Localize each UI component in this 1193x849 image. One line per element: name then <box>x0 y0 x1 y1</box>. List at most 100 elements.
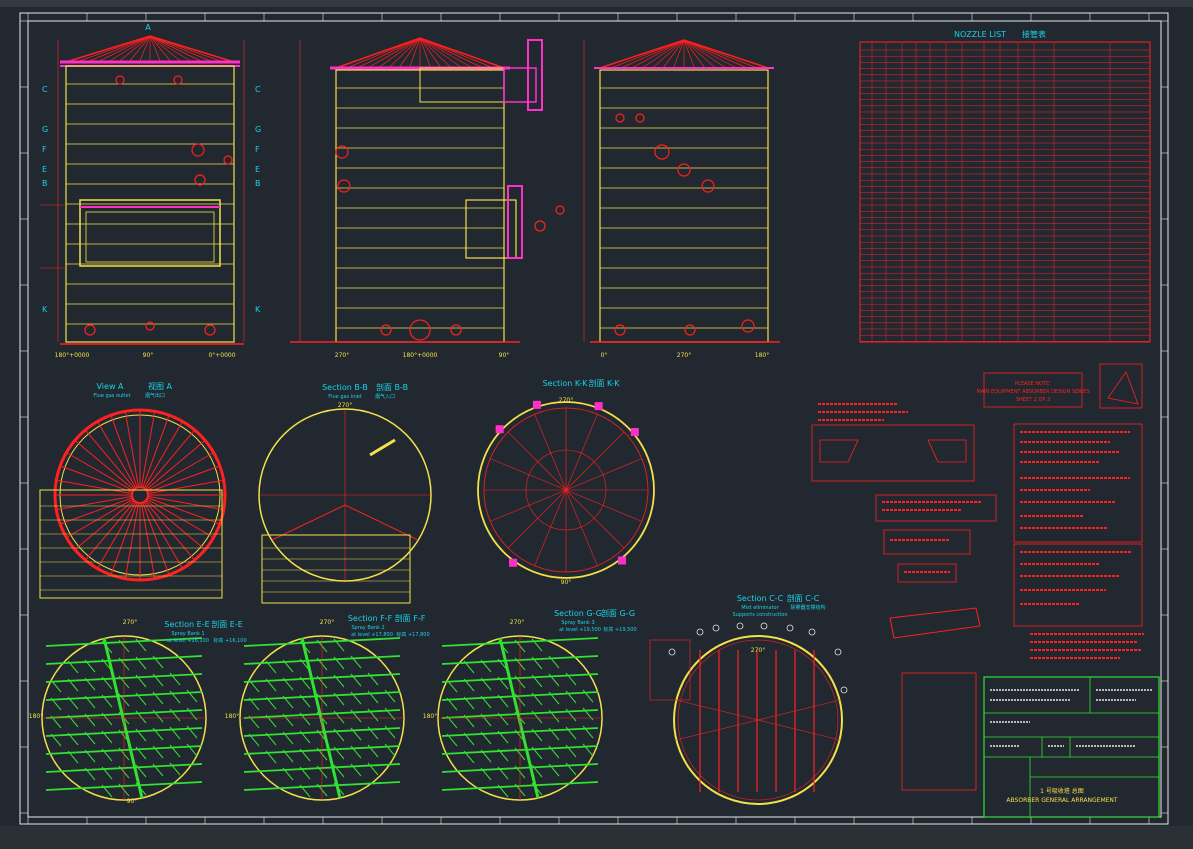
cc-nozzle-mark <box>696 628 704 636</box>
section-cc-drawing <box>649 622 848 805</box>
nozzle <box>450 324 462 336</box>
view-a-title-cn: 视图 A <box>148 381 173 391</box>
roof-rafter <box>335 37 421 69</box>
section-gg-title-cn: 剖面 G-G <box>601 608 635 618</box>
section-ff-line1: Spray Bank 2 <box>351 625 384 631</box>
kk-ray <box>565 431 625 491</box>
elevation-view-2 <box>290 37 565 343</box>
roof-rafter <box>149 35 193 63</box>
view1-left-tag: 180°+0000 <box>55 352 90 359</box>
roof-rafter <box>683 39 769 69</box>
roof-rafter <box>610 39 685 69</box>
section-ee-title: Section E-E <box>164 620 209 629</box>
section-cc-title: Section C-C <box>737 594 784 603</box>
section-gg-left: 180° <box>423 713 437 720</box>
view2-left-tag: 270° <box>335 352 349 359</box>
nozzle <box>654 144 670 160</box>
kk-nozzle <box>630 428 639 437</box>
cc-nozzle-mark <box>736 622 744 630</box>
section-mark-right: B <box>255 179 261 188</box>
roof-rafter <box>683 39 758 69</box>
kk-nozzle <box>594 402 603 411</box>
section-mark-left: K <box>42 305 48 314</box>
section-ff-left: 180° <box>225 713 239 720</box>
view-a-title: View A <box>97 382 125 391</box>
title-block-drawing-name: 1 号吸收塔 总图 <box>1040 787 1084 795</box>
roof-rafter <box>76 35 151 63</box>
nozzle <box>145 321 155 331</box>
roof-rafter <box>599 39 685 69</box>
section-mark-left: G <box>42 125 48 134</box>
kk-nozzle <box>617 556 626 565</box>
section-bb-subtitle: Flue gas inlet <box>328 394 362 400</box>
nozzle <box>701 179 715 193</box>
nozzle <box>337 179 351 193</box>
section-ee-bottom: 90° <box>127 798 138 805</box>
section-cc-line1: Mist eliminator <box>741 605 779 611</box>
section-bb-title-cn: 剖面 B-B <box>376 382 408 392</box>
cad-drawing[interactable]: A 180°+0000 90° 0°+0000 C CG GF FE EB BK K 270… <box>0 0 1193 849</box>
roof-rafter <box>86 35 151 63</box>
kk-nozzle <box>509 558 518 567</box>
nozzle <box>194 174 206 186</box>
nozzle <box>615 113 625 123</box>
section-bb-top: 270° <box>338 402 352 409</box>
view2-right-tag: 90° <box>499 352 510 359</box>
nozzle-list-title-cn: 接管表 <box>1022 29 1046 39</box>
cc-nozzle-mark <box>834 648 842 656</box>
nozzle <box>380 324 392 336</box>
roof-rafter <box>149 35 224 63</box>
cc-nozzle-mark <box>712 624 720 632</box>
section-mark-right: C <box>255 85 261 94</box>
section-gg-line1: Spray Bank 3 <box>561 620 594 626</box>
section-ee-title-cn: 剖面 E-E <box>211 619 243 629</box>
view1-right-tag: 0°+0000 <box>208 352 235 359</box>
section-ff-line2: at level +17,800 <box>351 632 393 638</box>
section-ff-title-cn: 剖面 F-F <box>395 613 426 623</box>
section-kk-drawing <box>477 400 655 579</box>
nozzle <box>684 324 696 336</box>
section-ff-line2-cn: 标高 +17,800 <box>396 631 429 638</box>
roof-rafter <box>419 37 505 69</box>
roof-rafter <box>641 39 685 69</box>
cc-nozzle-mark <box>760 622 768 630</box>
roof-rafter <box>683 39 748 69</box>
section-cc-line1-cn: 除雾器支撑结构 <box>790 604 825 611</box>
section-mark-right: F <box>255 145 260 154</box>
sheet-outer-border <box>19 12 1169 825</box>
roof-rafter <box>419 37 463 69</box>
roof-rafter <box>107 35 151 63</box>
view3-left-tag: 0° <box>601 352 608 359</box>
section-cc-title-cn: 剖面 C-C <box>787 593 820 603</box>
section-bb-subtitle-cn: 烟气入口 <box>375 393 395 400</box>
roof-rafter <box>419 37 494 69</box>
nozzle <box>677 163 691 177</box>
nozzle <box>84 324 96 336</box>
view-a-ray <box>147 495 223 511</box>
view2-mid-tag: 180°+0000 <box>403 352 438 359</box>
section-ee-left: 180° <box>29 713 43 720</box>
nozzle-list-table <box>859 41 1151 343</box>
section-kk-title: Section K-K <box>543 379 589 388</box>
nozzle <box>534 220 546 232</box>
nozzle <box>614 324 626 336</box>
roof-rafter <box>419 37 484 69</box>
view-a-ray <box>147 479 223 495</box>
section-bb-drawing <box>258 408 432 604</box>
kk-nozzle <box>495 425 504 434</box>
cc-nozzle-mark <box>840 686 848 694</box>
sheet-inner-border <box>27 20 1162 818</box>
view1-mid-tag: 90° <box>143 352 154 359</box>
section-mark-left: B <box>42 179 48 188</box>
section-gg-drawing <box>437 635 603 801</box>
roof-rafter <box>620 39 685 69</box>
view1-top-tag: A <box>145 23 151 32</box>
view-a-ray <box>140 412 156 488</box>
roof-rafter <box>367 37 421 69</box>
nozzle <box>555 205 565 215</box>
elevation-view-1 <box>40 35 245 345</box>
nozzle <box>204 324 216 336</box>
section-gg-title: Section G-G <box>554 609 602 618</box>
view-a-ray <box>57 479 133 495</box>
section-kk-title-cn: 剖面 K-K <box>588 378 620 388</box>
